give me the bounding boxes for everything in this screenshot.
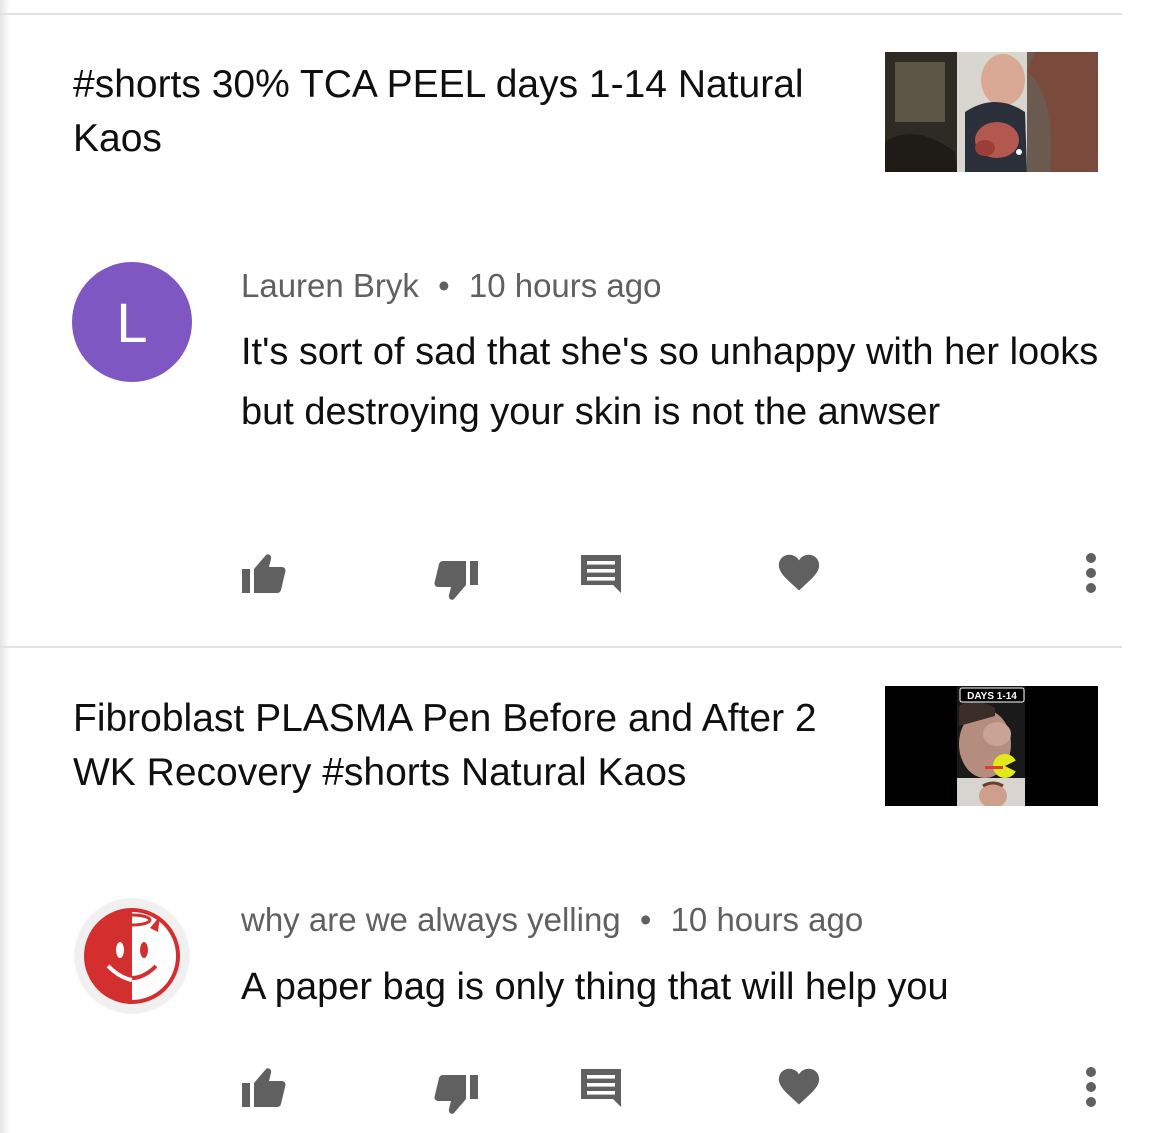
reply-button[interactable] xyxy=(576,543,626,603)
thumb-up-icon xyxy=(242,1068,286,1107)
comment-meta: Lauren Bryk • 10 hours ago xyxy=(241,266,662,306)
reply-button[interactable] xyxy=(576,1057,626,1117)
like-button[interactable] xyxy=(236,543,292,603)
comment-card: Fibroblast PLASMA Pen Before and After 2… xyxy=(0,648,1170,1133)
comment-meta: why are we always yelling • 10 hours ago xyxy=(241,900,863,940)
reply-icon xyxy=(581,555,621,593)
devil-smiley-logo xyxy=(76,900,188,1012)
avatar-letter: L xyxy=(116,290,148,354)
more-vert-icon xyxy=(1086,553,1096,593)
comment-actions xyxy=(0,543,1170,603)
comment-timestamp: 10 hours ago xyxy=(670,901,864,938)
more-options-button[interactable] xyxy=(1076,543,1106,603)
dislike-button[interactable] xyxy=(428,543,484,603)
thumb-up-icon xyxy=(242,554,286,593)
author-avatar[interactable] xyxy=(74,898,190,1014)
heart-icon xyxy=(778,554,820,591)
author-avatar[interactable]: L xyxy=(72,262,192,382)
thumbnail-image: DAYS 1-14 xyxy=(885,686,1098,806)
heart-button[interactable] xyxy=(774,1057,824,1117)
dislike-button[interactable] xyxy=(428,1057,484,1117)
author-name[interactable]: why are we always yelling xyxy=(241,901,621,938)
like-button[interactable] xyxy=(236,1057,292,1117)
video-thumbnail[interactable]: DAYS 1-14 xyxy=(885,686,1098,806)
meta-separator: • xyxy=(639,901,652,938)
meta-separator: • xyxy=(438,267,450,304)
author-name[interactable]: Lauren Bryk xyxy=(241,267,419,304)
video-title-link[interactable]: Fibroblast PLASMA Pen Before and After 2… xyxy=(73,692,853,800)
heart-icon xyxy=(778,1068,820,1105)
video-title-link[interactable]: #shorts 30% TCA PEEL days 1-14 Natural K… xyxy=(73,58,853,166)
video-thumbnail[interactable] xyxy=(885,52,1098,172)
thumb-down-icon xyxy=(434,1075,478,1114)
reply-icon xyxy=(581,1069,621,1107)
comment-timestamp: 10 hours ago xyxy=(468,267,662,304)
more-options-button[interactable] xyxy=(1076,1057,1106,1117)
thumbnail-image xyxy=(885,52,1098,172)
comment-actions xyxy=(0,1057,1170,1117)
more-vert-icon xyxy=(1086,1067,1096,1107)
heart-button[interactable] xyxy=(774,543,824,603)
comment-text: It's sort of sad that she's so unhappy w… xyxy=(241,331,1099,433)
thumbnail-overlay-text: DAYS 1-14 xyxy=(967,691,1017,702)
comment-card: #shorts 30% TCA PEEL days 1-14 Natural K… xyxy=(0,0,1170,648)
thumb-down-icon xyxy=(434,561,478,600)
comment-text: A paper bag is only thing that will help… xyxy=(241,966,949,1008)
